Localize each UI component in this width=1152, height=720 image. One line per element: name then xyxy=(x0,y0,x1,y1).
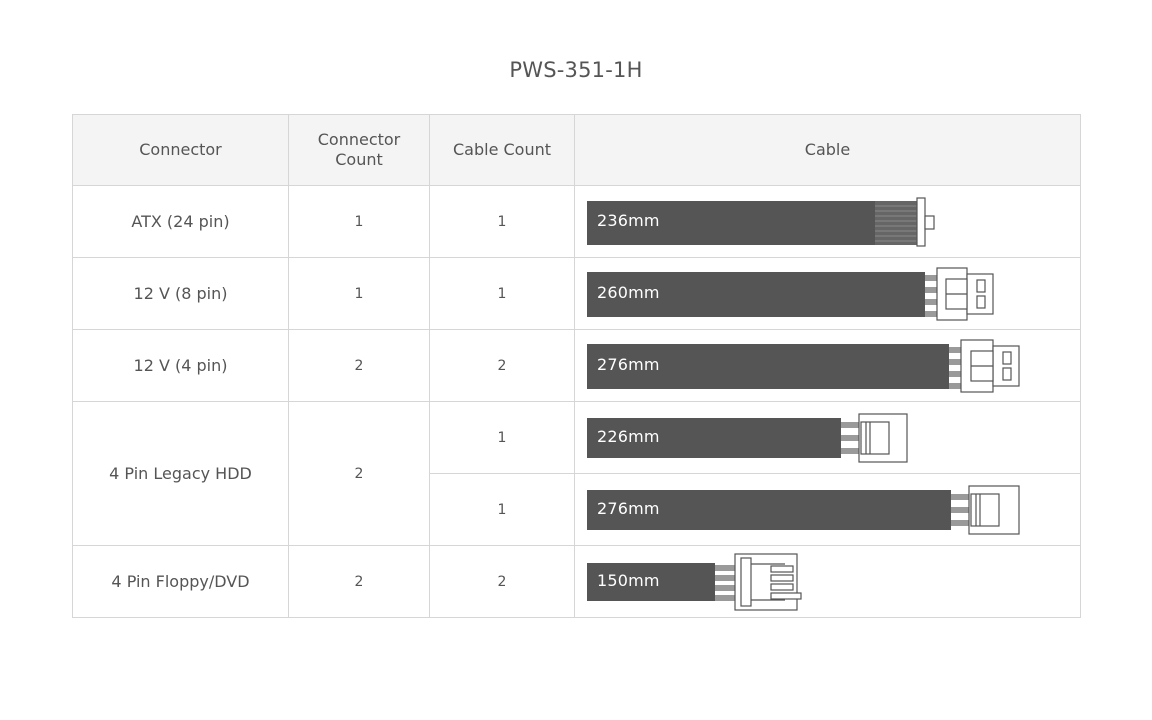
cable-graphic: 276mm xyxy=(575,474,1080,545)
atx-24pin-connector-icon xyxy=(916,197,935,247)
column-header-cable: Cable xyxy=(574,114,1081,186)
cable-cell: 276mm xyxy=(574,473,1081,546)
table-row: 4 Pin Floppy/DVD 2 2 150mm xyxy=(72,545,1081,618)
table-row: 12 V (4 pin) 2 2 276mm xyxy=(72,329,1081,402)
wire-stubs-icon xyxy=(715,565,735,601)
cable-count: 1 xyxy=(429,185,575,258)
column-header-cable-count: Cable Count xyxy=(429,114,575,186)
cable-length: 226mm xyxy=(597,427,660,446)
molex-connector-icon xyxy=(858,413,908,463)
column-header-connector: Connector xyxy=(72,114,289,186)
connector-count: 1 xyxy=(288,257,430,330)
connector-name: ATX (24 pin) xyxy=(72,185,289,258)
cable-graphic: 276mm xyxy=(575,330,1080,401)
atx-4pin-connector-icon xyxy=(960,339,1020,393)
page-title: PWS-351-1H xyxy=(509,58,643,82)
cable-graphic: 150mm xyxy=(575,546,1080,617)
cable-length: 260mm xyxy=(597,283,660,302)
cable-graphic: 260mm xyxy=(575,258,1080,329)
cable-length: 276mm xyxy=(597,355,660,374)
cable-cell: 276mm xyxy=(574,329,1081,402)
cable-graphic: 236mm xyxy=(575,186,1080,257)
cable-length: 150mm xyxy=(597,571,660,590)
wire-stubs-icon xyxy=(951,494,969,526)
cable-cell: 260mm xyxy=(574,257,1081,330)
spec-table: Connector Connector Count Cable Count Ca… xyxy=(72,114,1081,618)
connector-name: 4 Pin Legacy HDD xyxy=(72,401,289,546)
connector-count: 1 xyxy=(288,185,430,258)
connector-name: 12 V (8 pin) xyxy=(72,257,289,330)
cable-cell: 226mm xyxy=(574,401,1081,474)
wire-stripes-icon xyxy=(875,201,917,245)
connector-name: 4 Pin Floppy/DVD xyxy=(72,545,289,618)
cable-count: 1 xyxy=(429,473,575,546)
wire-stubs-icon xyxy=(949,347,961,389)
molex-connector-icon xyxy=(968,485,1020,535)
table-row: 12 V (8 pin) 1 1 260mm xyxy=(72,257,1081,330)
cable-length: 276mm xyxy=(597,499,660,518)
column-header-connector-count: Connector Count xyxy=(288,114,430,186)
cable-count: 2 xyxy=(429,545,575,618)
connector-count: 2 xyxy=(288,401,430,546)
wire-stubs-icon xyxy=(841,422,859,454)
cable-length: 236mm xyxy=(597,211,660,230)
cable-cell: 236mm xyxy=(574,185,1081,258)
table-row: 4 Pin Legacy HDD 2 1 226mm xyxy=(72,401,1081,546)
floppy-connector-icon xyxy=(734,553,802,611)
cable-cell: 150mm xyxy=(574,545,1081,618)
cable-count: 1 xyxy=(429,257,575,330)
cable-count: 1 xyxy=(429,401,575,474)
wire-stubs-icon xyxy=(925,275,937,317)
cable-count: 2 xyxy=(429,329,575,402)
connector-count: 2 xyxy=(288,545,430,618)
connector-name: 12 V (4 pin) xyxy=(72,329,289,402)
table-row: ATX (24 pin) 1 1 236mm xyxy=(72,185,1081,258)
cable-graphic: 226mm xyxy=(575,402,1080,473)
connector-count: 2 xyxy=(288,329,430,402)
table-header-row: Connector Connector Count Cable Count Ca… xyxy=(72,114,1081,186)
eps-8pin-connector-icon xyxy=(936,267,994,321)
